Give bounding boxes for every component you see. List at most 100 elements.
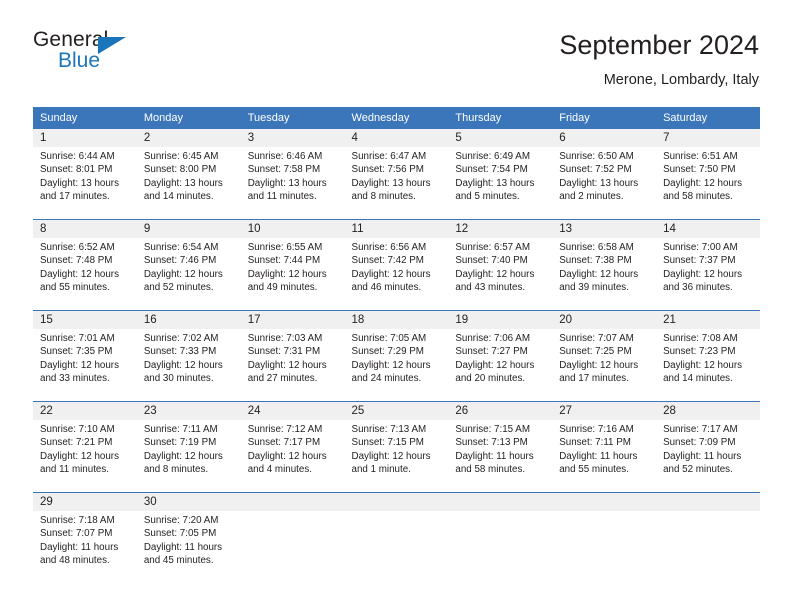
daylight-duration-line2: and 33 minutes. — [40, 373, 110, 385]
calendar-day-cell[interactable]: 19 Sunrise: 7:06 AM Sunset: 7:27 PM Dayligh… — [448, 310, 553, 402]
day-details: Sunrise: 7:12 AM Sunset: 7:17 PM Daylight:… — [241, 420, 345, 477]
calendar-day-cell[interactable]: 13 Sunrise: 6:58 AM Sunset: 7:38 PM Dayligh… — [552, 219, 657, 311]
day-number: 10 — [240, 220, 345, 238]
calendar-day-cell[interactable]: 16 Sunrise: 7:02 AM Sunset: 7:33 PM Dayligh… — [136, 310, 241, 402]
calendar-day-cell[interactable]: 12 Sunrise: 6:57 AM Sunset: 7:40 PM Dayligh… — [448, 219, 553, 311]
calendar-day-cell[interactable]: 30 Sunrise: 7:20 AM Sunset: 7:05 PM Dayligh… — [136, 492, 241, 583]
sunset-time: Sunset: 7:35 PM — [40, 346, 113, 358]
day-number: 17 — [240, 311, 345, 329]
day-number: 12 — [448, 220, 553, 238]
daylight-duration-line2: and 27 minutes. — [247, 373, 318, 385]
sunset-time: Sunset: 7:52 PM — [559, 164, 632, 176]
daylight-duration-line2: and 39 minutes. — [559, 282, 629, 294]
day-details: Sunrise: 7:05 AM Sunset: 7:29 PM Daylight:… — [345, 329, 449, 386]
sunset-time: Sunset: 7:11 PM — [559, 437, 631, 449]
calendar-day-cell[interactable] — [448, 492, 553, 583]
sunset-time: Sunset: 7:21 PM — [40, 437, 113, 449]
day-cell-inner: 23 Sunrise: 7:11 AM Sunset: 7:19 PM Dayligh… — [136, 402, 241, 492]
day-details: Sunrise: 6:55 AM Sunset: 7:44 PM Daylight:… — [241, 238, 345, 295]
day-details: Sunrise: 6:45 AM Sunset: 8:00 PM Daylight:… — [137, 147, 241, 204]
calendar-day-cell[interactable]: 2 Sunrise: 6:45 AM Sunset: 8:00 PM Daylight… — [136, 129, 241, 220]
sunrise-time: Sunrise: 6:55 AM — [247, 242, 323, 253]
daylight-duration-line1: Daylight: 13 hours — [351, 177, 431, 189]
logo-text-blue: Blue — [58, 49, 101, 72]
sunrise-time: Sunrise: 7:16 AM — [559, 424, 634, 435]
daylight-duration-line1: Daylight: 12 hours — [663, 177, 743, 189]
calendar-day-cell[interactable]: 14 Sunrise: 7:00 AM Sunset: 7:37 PM Dayligh… — [656, 219, 760, 311]
calendar-day-cell[interactable]: 17 Sunrise: 7:03 AM Sunset: 7:31 PM Dayligh… — [240, 310, 345, 402]
sunrise-time: Sunrise: 7:08 AM — [663, 333, 738, 344]
daylight-duration-line1: Daylight: 12 hours — [40, 450, 119, 462]
sunrise-time: Sunrise: 7:17 AM — [663, 424, 738, 435]
calendar-day-cell[interactable]: 5 Sunrise: 6:49 AM Sunset: 7:54 PM Daylight… — [448, 129, 553, 220]
day-details: Sunrise: 7:11 AM Sunset: 7:19 PM Daylight:… — [137, 420, 241, 477]
sunset-time: Sunset: 8:01 PM — [40, 164, 113, 176]
day-details: Sunrise: 6:58 AM Sunset: 7:38 PM Daylight:… — [552, 238, 656, 295]
calendar-day-cell[interactable]: 20 Sunrise: 7:07 AM Sunset: 7:25 PM Dayligh… — [552, 310, 657, 402]
calendar-day-cell[interactable]: 21 Sunrise: 7:08 AM Sunset: 7:23 PM Dayligh… — [656, 310, 760, 402]
daylight-duration-line1: Daylight: 12 hours — [40, 268, 119, 280]
calendar-day-cell[interactable]: 11 Sunrise: 6:56 AM Sunset: 7:42 PM Dayligh… — [344, 219, 449, 311]
calendar-day-cell[interactable]: 26 Sunrise: 7:15 AM Sunset: 7:13 PM Dayligh… — [448, 401, 553, 493]
calendar-day-cell[interactable]: 25 Sunrise: 7:13 AM Sunset: 7:15 PM Dayligh… — [344, 401, 449, 493]
day-details: Sunrise: 6:52 AM Sunset: 7:48 PM Daylight:… — [33, 238, 137, 295]
day-details: Sunrise: 7:08 AM Sunset: 7:23 PM Daylight:… — [656, 329, 760, 386]
day-cell-inner: 19 Sunrise: 7:06 AM Sunset: 7:27 PM Dayligh… — [448, 311, 553, 401]
day-number: 25 — [344, 402, 449, 420]
calendar-day-cell[interactable]: 9 Sunrise: 6:54 AM Sunset: 7:46 PM Daylight… — [136, 219, 241, 311]
calendar-day-cell[interactable]: 3 Sunrise: 6:46 AM Sunset: 7:58 PM Daylight… — [240, 129, 345, 220]
daylight-duration-line2: and 55 minutes. — [40, 282, 110, 294]
daylight-duration-line2: and 8 minutes. — [351, 191, 416, 203]
calendar-day-cell[interactable]: 1 Sunrise: 6:44 AM Sunset: 8:01 PM Daylight… — [33, 129, 137, 220]
calendar-day-cell[interactable]: 24 Sunrise: 7:12 AM Sunset: 7:17 PM Dayligh… — [240, 401, 345, 493]
sunset-time: Sunset: 7:40 PM — [455, 255, 528, 267]
day-cell-inner — [344, 493, 449, 583]
day-cell-inner: 28 Sunrise: 7:17 AM Sunset: 7:09 PM Dayligh… — [656, 402, 760, 492]
sunset-time: Sunset: 7:15 PM — [351, 437, 424, 449]
daylight-duration-line2: and 14 minutes. — [143, 191, 214, 203]
calendar-page: General Blue September 2024 Merone, Lomb… — [0, 0, 792, 612]
sunrise-time: Sunrise: 6:44 AM — [40, 151, 115, 162]
calendar-day-cell[interactable] — [240, 492, 345, 583]
daylight-duration-line1: Daylight: 12 hours — [351, 359, 431, 371]
calendar-day-cell[interactable]: 7 Sunrise: 6:51 AM Sunset: 7:50 PM Daylight… — [656, 129, 760, 220]
calendar-day-cell[interactable]: 23 Sunrise: 7:11 AM Sunset: 7:19 PM Dayligh… — [136, 401, 241, 493]
weekday-header-saturday: Saturday — [656, 107, 760, 129]
calendar-day-cell[interactable]: 4 Sunrise: 6:47 AM Sunset: 7:56 PM Daylight… — [344, 129, 449, 220]
calendar-day-cell[interactable]: 8 Sunrise: 6:52 AM Sunset: 7:48 PM Daylight… — [33, 219, 137, 311]
daylight-duration-line2: and 20 minutes. — [455, 373, 526, 385]
calendar-day-cell[interactable]: 27 Sunrise: 7:16 AM Sunset: 7:11 PM Dayligh… — [552, 401, 657, 493]
calendar-day-cell[interactable]: 22 Sunrise: 7:10 AM Sunset: 7:21 PM Dayligh… — [33, 401, 137, 493]
day-details: Sunrise: 7:07 AM Sunset: 7:25 PM Daylight:… — [552, 329, 656, 386]
day-number: 2 — [136, 129, 241, 147]
sunset-time: Sunset: 7:56 PM — [351, 164, 424, 176]
sunset-time: Sunset: 7:48 PM — [40, 255, 113, 267]
day-number: 8 — [33, 220, 137, 238]
calendar-day-cell[interactable] — [552, 492, 657, 583]
calendar-day-cell[interactable]: 28 Sunrise: 7:17 AM Sunset: 7:09 PM Dayligh… — [656, 401, 760, 493]
daylight-duration-line2: and 30 minutes. — [143, 373, 214, 385]
daylight-duration-line2: and 11 minutes. — [247, 191, 317, 203]
general-blue-logo[interactable]: General Blue — [33, 28, 233, 84]
daylight-duration-line2: and 14 minutes. — [663, 373, 733, 385]
calendar-day-cell[interactable] — [656, 492, 760, 583]
weekday-header-friday: Friday — [552, 107, 657, 129]
calendar-day-cell[interactable] — [344, 492, 449, 583]
sunset-time: Sunset: 7:19 PM — [143, 437, 217, 449]
day-number: 20 — [552, 311, 657, 329]
day-cell-inner: 11 Sunrise: 6:56 AM Sunset: 7:42 PM Dayligh… — [344, 220, 449, 310]
calendar-day-cell[interactable]: 6 Sunrise: 6:50 AM Sunset: 7:52 PM Daylight… — [552, 129, 657, 220]
day-number: 15 — [33, 311, 137, 329]
day-number: 19 — [448, 311, 553, 329]
calendar-day-cell[interactable]: 18 Sunrise: 7:05 AM Sunset: 7:29 PM Dayligh… — [344, 310, 449, 402]
page-title: September 2024 — [559, 30, 759, 60]
day-details: Sunrise: 7:18 AM Sunset: 7:07 PM Daylight:… — [33, 511, 137, 568]
day-details: Sunrise: 7:02 AM Sunset: 7:33 PM Daylight:… — [137, 329, 241, 386]
day-cell-inner: 29 Sunrise: 7:18 AM Sunset: 7:07 PM Dayligh… — [33, 493, 137, 583]
calendar-day-cell[interactable]: 15 Sunrise: 7:01 AM Sunset: 7:35 PM Dayligh… — [33, 310, 137, 402]
calendar-day-cell[interactable]: 29 Sunrise: 7:18 AM Sunset: 7:07 PM Dayligh… — [33, 492, 137, 583]
daylight-duration-line1: Daylight: 13 hours — [455, 177, 535, 189]
calendar-day-cell[interactable]: 10 Sunrise: 6:55 AM Sunset: 7:44 PM Dayligh… — [240, 219, 345, 311]
daylight-duration-line2: and 46 minutes. — [351, 282, 422, 294]
sunset-time: Sunset: 7:13 PM — [455, 437, 528, 449]
